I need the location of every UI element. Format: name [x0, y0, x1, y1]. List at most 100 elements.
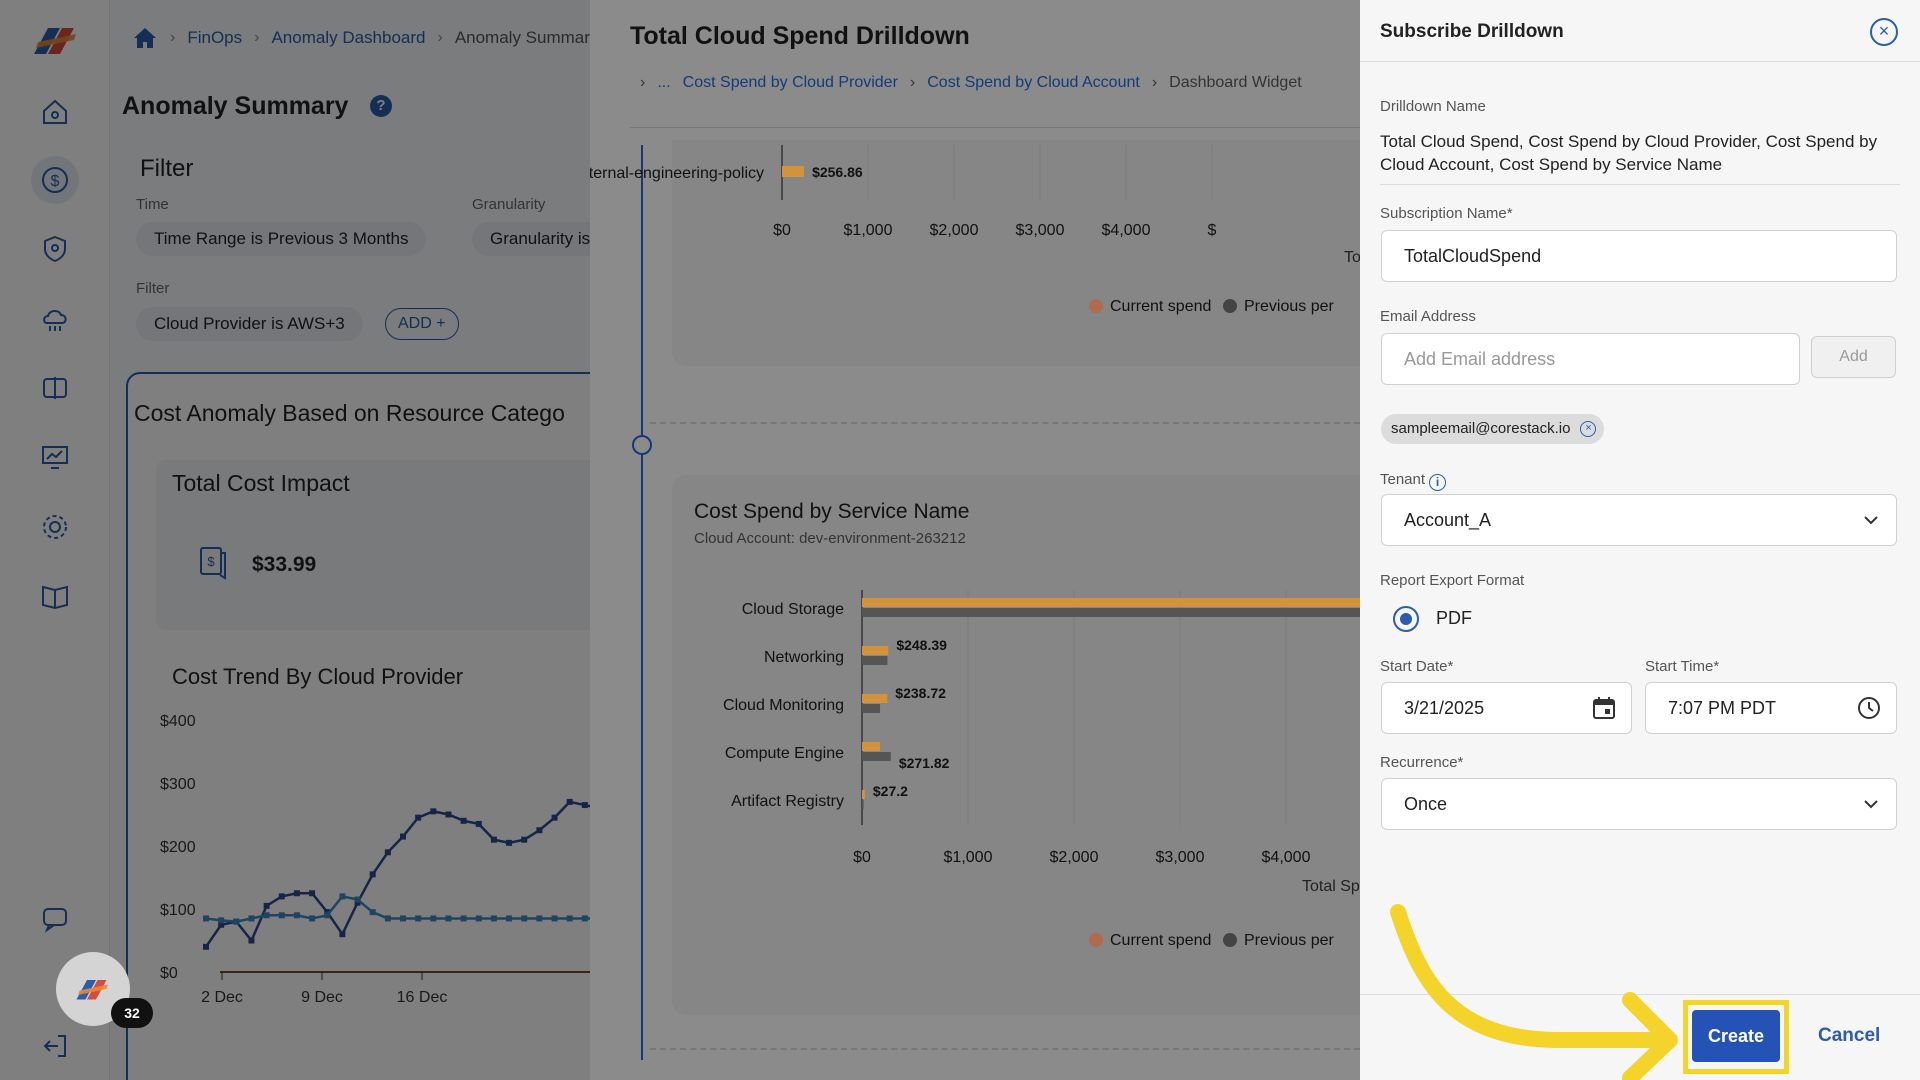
subscribe-title: Subscribe Drilldown [1380, 21, 1564, 42]
chevron-right-icon: › [1151, 74, 1158, 91]
chart-x-tick: $0 [853, 849, 871, 866]
timeline-node[interactable] [632, 435, 652, 455]
drilldown-title: Total Cloud Spend Drilldown [630, 22, 970, 50]
drilldown-breadcrumb: › ... Cost Spend by Cloud Provider › Cos… [640, 74, 1302, 92]
email-label: Email Address [1380, 308, 1476, 325]
pdf-radio-label: PDF [1436, 608, 1472, 628]
timeline-divider [650, 1048, 1360, 1050]
service-chart-subtitle: Cloud Account: dev-environment-263212 [694, 530, 966, 547]
divider [1380, 184, 1900, 185]
legend-current-label: Current spend [1110, 298, 1211, 315]
drilldown-name-value: Total Cloud Spend, Cost Spend by Cloud P… [1380, 132, 1878, 174]
recurrence-label: Recurrence* [1380, 754, 1464, 771]
service-chart-title: Cost Spend by Service Name [694, 500, 970, 523]
add-email-button[interactable]: Add [1811, 336, 1896, 378]
export-format-label: Report Export Format [1380, 572, 1525, 589]
email-input[interactable]: Add Email address [1381, 333, 1800, 385]
chart-x-tick: $1,000 [944, 849, 993, 866]
email-chip-text: sampleemail@corestack.io [1391, 420, 1571, 437]
start-time-input[interactable]: 7:07 PM PDT [1645, 682, 1897, 734]
tenant-select-value: Account_A [1404, 510, 1492, 530]
legend-current-marker [1089, 933, 1103, 947]
chart-category-label: Cloud Monitoring [723, 697, 844, 714]
chart-x-tick: $1,000 [844, 222, 893, 239]
tenant-label: Tenant i [1380, 471, 1447, 491]
remove-email-icon[interactable]: × [1580, 421, 1597, 437]
start-time-label: Start Time* [1645, 658, 1720, 675]
drilldown-crumb-cloud-provider[interactable]: Cost Spend by Cloud Provider [683, 74, 898, 92]
chart-category-label: Cloud Storage [742, 601, 844, 618]
chart-category-label: cs-internal-engineering-policy [590, 165, 764, 182]
drilldown-crumb-cloud-account[interactable]: Cost Spend by Cloud Account [927, 74, 1140, 92]
legend-current-marker [1089, 299, 1103, 313]
corestack-logo-icon [76, 980, 108, 1000]
chart-bar [862, 742, 881, 751]
create-button[interactable]: Create [1692, 1010, 1780, 1062]
chart-bar [862, 752, 891, 761]
chart-bar [862, 704, 881, 713]
chart-x-tick: $0 [773, 222, 791, 239]
calendar-icon[interactable] [1591, 695, 1617, 721]
chart-x-axis-label: Total Spe [1302, 878, 1360, 895]
chart-bar [782, 166, 805, 177]
chart-bar [862, 790, 865, 799]
callout-arrow-icon [1390, 904, 1678, 1080]
email-chip: sampleemail@corestack.io × [1381, 414, 1605, 444]
chevron-right-icon: › [640, 74, 646, 91]
chart-x-tick: $4,000 [1262, 849, 1311, 866]
drilldown-name-label: Drilldown Name [1380, 98, 1486, 115]
legend-previous-marker [1223, 933, 1237, 947]
recurrence-select-value: Once [1404, 794, 1448, 814]
chart-bar [862, 646, 889, 655]
chart-x-tick: $3,000 [1016, 222, 1065, 239]
chart-x-tick: $3,000 [1156, 849, 1205, 866]
legend-previous-marker [1223, 299, 1237, 313]
timeline-divider [650, 422, 1360, 424]
legend-current-label: Current spend [1110, 932, 1211, 949]
info-icon[interactable]: i [1429, 474, 1447, 491]
cancel-button[interactable]: Cancel [1818, 1025, 1880, 1047]
legend-previous-label: Previous per [1244, 298, 1334, 315]
chart-bar [862, 800, 864, 809]
chart-x-tick: $4,000 [1102, 222, 1151, 239]
start-date-value: 3/21/2025 [1404, 698, 1485, 718]
clock-icon[interactable] [1856, 695, 1882, 721]
start-date-input[interactable]: 3/21/2025 [1381, 682, 1632, 734]
chart-x-axis-label: Tot [1344, 249, 1360, 266]
divider [630, 127, 1360, 128]
subscription-name-label: Subscription Name* [1380, 205, 1513, 222]
drilldown-crumb-ellipsis[interactable]: ... [657, 74, 670, 92]
chart-data-label: $238.72 [895, 685, 946, 701]
chevron-down-icon [1864, 516, 1878, 525]
chart-x-tick: $ [1208, 222, 1217, 239]
subscription-name-input[interactable]: TotalCloudSpend [1381, 230, 1897, 282]
chart-data-label: $248.39 [896, 637, 947, 653]
chart-bar [862, 598, 1360, 607]
start-date-label: Start Date* [1380, 658, 1454, 675]
chart-data-label: $256.86 [812, 164, 863, 180]
chart-category-label: Compute Engine [725, 745, 844, 762]
chevron-right-icon: › [909, 74, 916, 91]
pdf-radio[interactable] [1393, 606, 1419, 632]
chart-data-label: $271.82 [899, 755, 950, 771]
service-spend-chart: $0 $1,000 $2,000 $3,000 $4,000 Cloud Storage N… [723, 590, 1360, 949]
drilldown-crumb-current: Dashboard Widget [1169, 74, 1302, 91]
chart-x-tick: $2,000 [930, 222, 979, 239]
chart-category-label: Artifact Registry [731, 793, 844, 810]
tenant-label-text: Tenant [1380, 471, 1426, 488]
chevron-down-icon [1864, 800, 1878, 809]
modal-backdrop[interactable] [0, 0, 590, 1080]
chart-category-label: Networking [764, 649, 844, 666]
start-time-value: 7:07 PM PDT [1668, 698, 1777, 718]
chart-bar [862, 608, 1360, 617]
close-icon[interactable]: × [1870, 18, 1898, 46]
drilldown-panel: Total Cloud Spend Drilldown › ... Cost S… [590, 0, 1360, 1080]
recurrence-select[interactable]: Once [1381, 778, 1897, 830]
notification-badge[interactable]: 32 [111, 998, 153, 1028]
subscribe-header: Subscribe Drilldown × [1360, 0, 1920, 62]
tenant-select[interactable]: Account_A [1381, 494, 1897, 546]
chart-x-tick: $2,000 [1050, 849, 1099, 866]
chart-data-label: $27.2 [873, 783, 908, 799]
account-spend-chart: $0 $1,000 $2,000 $3,000 $4,000 $ cs-internal-e… [590, 145, 1360, 315]
legend-previous-label: Previous per [1244, 932, 1334, 949]
